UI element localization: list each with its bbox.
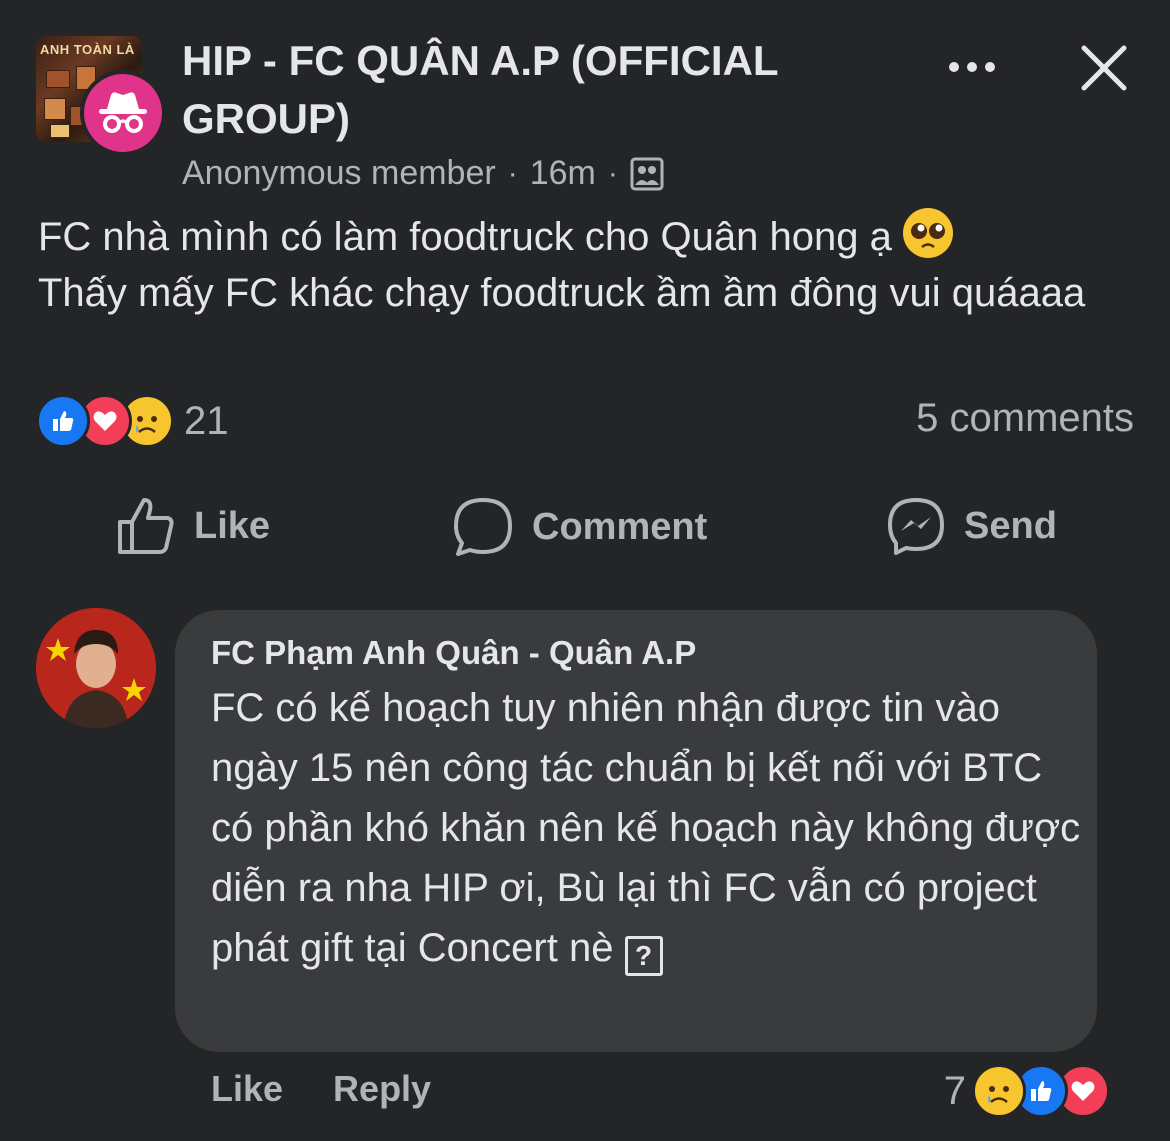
close-icon[interactable] [1078, 42, 1130, 94]
author-name[interactable]: Anonymous member [182, 154, 496, 193]
meta-separator: · [507, 156, 518, 190]
comment-button[interactable]: Comment [452, 496, 707, 558]
comment-actions: Like Reply [211, 1068, 431, 1110]
comment-text: FC có kế hoạch tuy nhiên nhận được tin v… [211, 678, 1081, 978]
comment-reply-button[interactable]: Reply [333, 1068, 431, 1110]
post-text-line2: Thấy mấy FC khác chạy foodtruck ầm ầm đô… [38, 271, 1086, 315]
comment-reaction-count: 7 [943, 1068, 966, 1113]
send-label: Send [964, 504, 1057, 547]
group-audience-icon [630, 157, 664, 190]
commenter-avatar[interactable] [36, 608, 156, 728]
sad-reaction-icon [972, 1064, 1026, 1118]
comment-label: Comment [532, 505, 708, 548]
pleading-face-emoji [902, 208, 953, 258]
anonymous-member-avatar[interactable] [80, 70, 166, 156]
meta-separator: · [607, 156, 618, 190]
comments-count[interactable]: 5 comments [916, 396, 1134, 441]
like-button[interactable]: Like [116, 496, 270, 556]
unknown-emoji-glyph: ? [624, 936, 663, 976]
post-time[interactable]: 16m [530, 154, 596, 193]
comment-like-button[interactable]: Like [211, 1068, 283, 1110]
group-thumbnail-text: ANH TOÀN LÀ [40, 42, 135, 57]
messenger-icon [888, 498, 944, 555]
like-label: Like [194, 504, 271, 547]
post-body: FC nhà mình có làm foodtruck cho Quân ho… [38, 208, 1138, 321]
thumbs-up-icon [118, 498, 174, 554]
like-reaction-icon [36, 394, 90, 448]
commenter-name[interactable]: FC Phạm Anh Quân - Quân A.P [211, 634, 696, 672]
comment-bubble-icon [454, 498, 512, 556]
post-reactions[interactable]: 21 [36, 394, 229, 448]
more-dots-icon[interactable] [946, 52, 998, 82]
post-action-bar: Like Comment Send [0, 490, 1170, 562]
post-meta: Anonymous member · 16m · [182, 154, 664, 193]
post-viewer: ANH TOÀN LÀ HIP - FC QUÂN A.P (OFFICIAL … [0, 0, 1170, 1141]
post-text-line1: FC nhà mình có làm foodtruck cho Quân ho… [38, 215, 892, 259]
group-name[interactable]: HIP - FC QUÂN A.P (OFFICIAL GROUP) [182, 32, 882, 148]
comment-reactions[interactable]: 7 [944, 1064, 1110, 1118]
reaction-count[interactable]: 21 [184, 399, 229, 444]
incognito-icon [99, 92, 147, 133]
send-button[interactable]: Send [886, 496, 1057, 556]
